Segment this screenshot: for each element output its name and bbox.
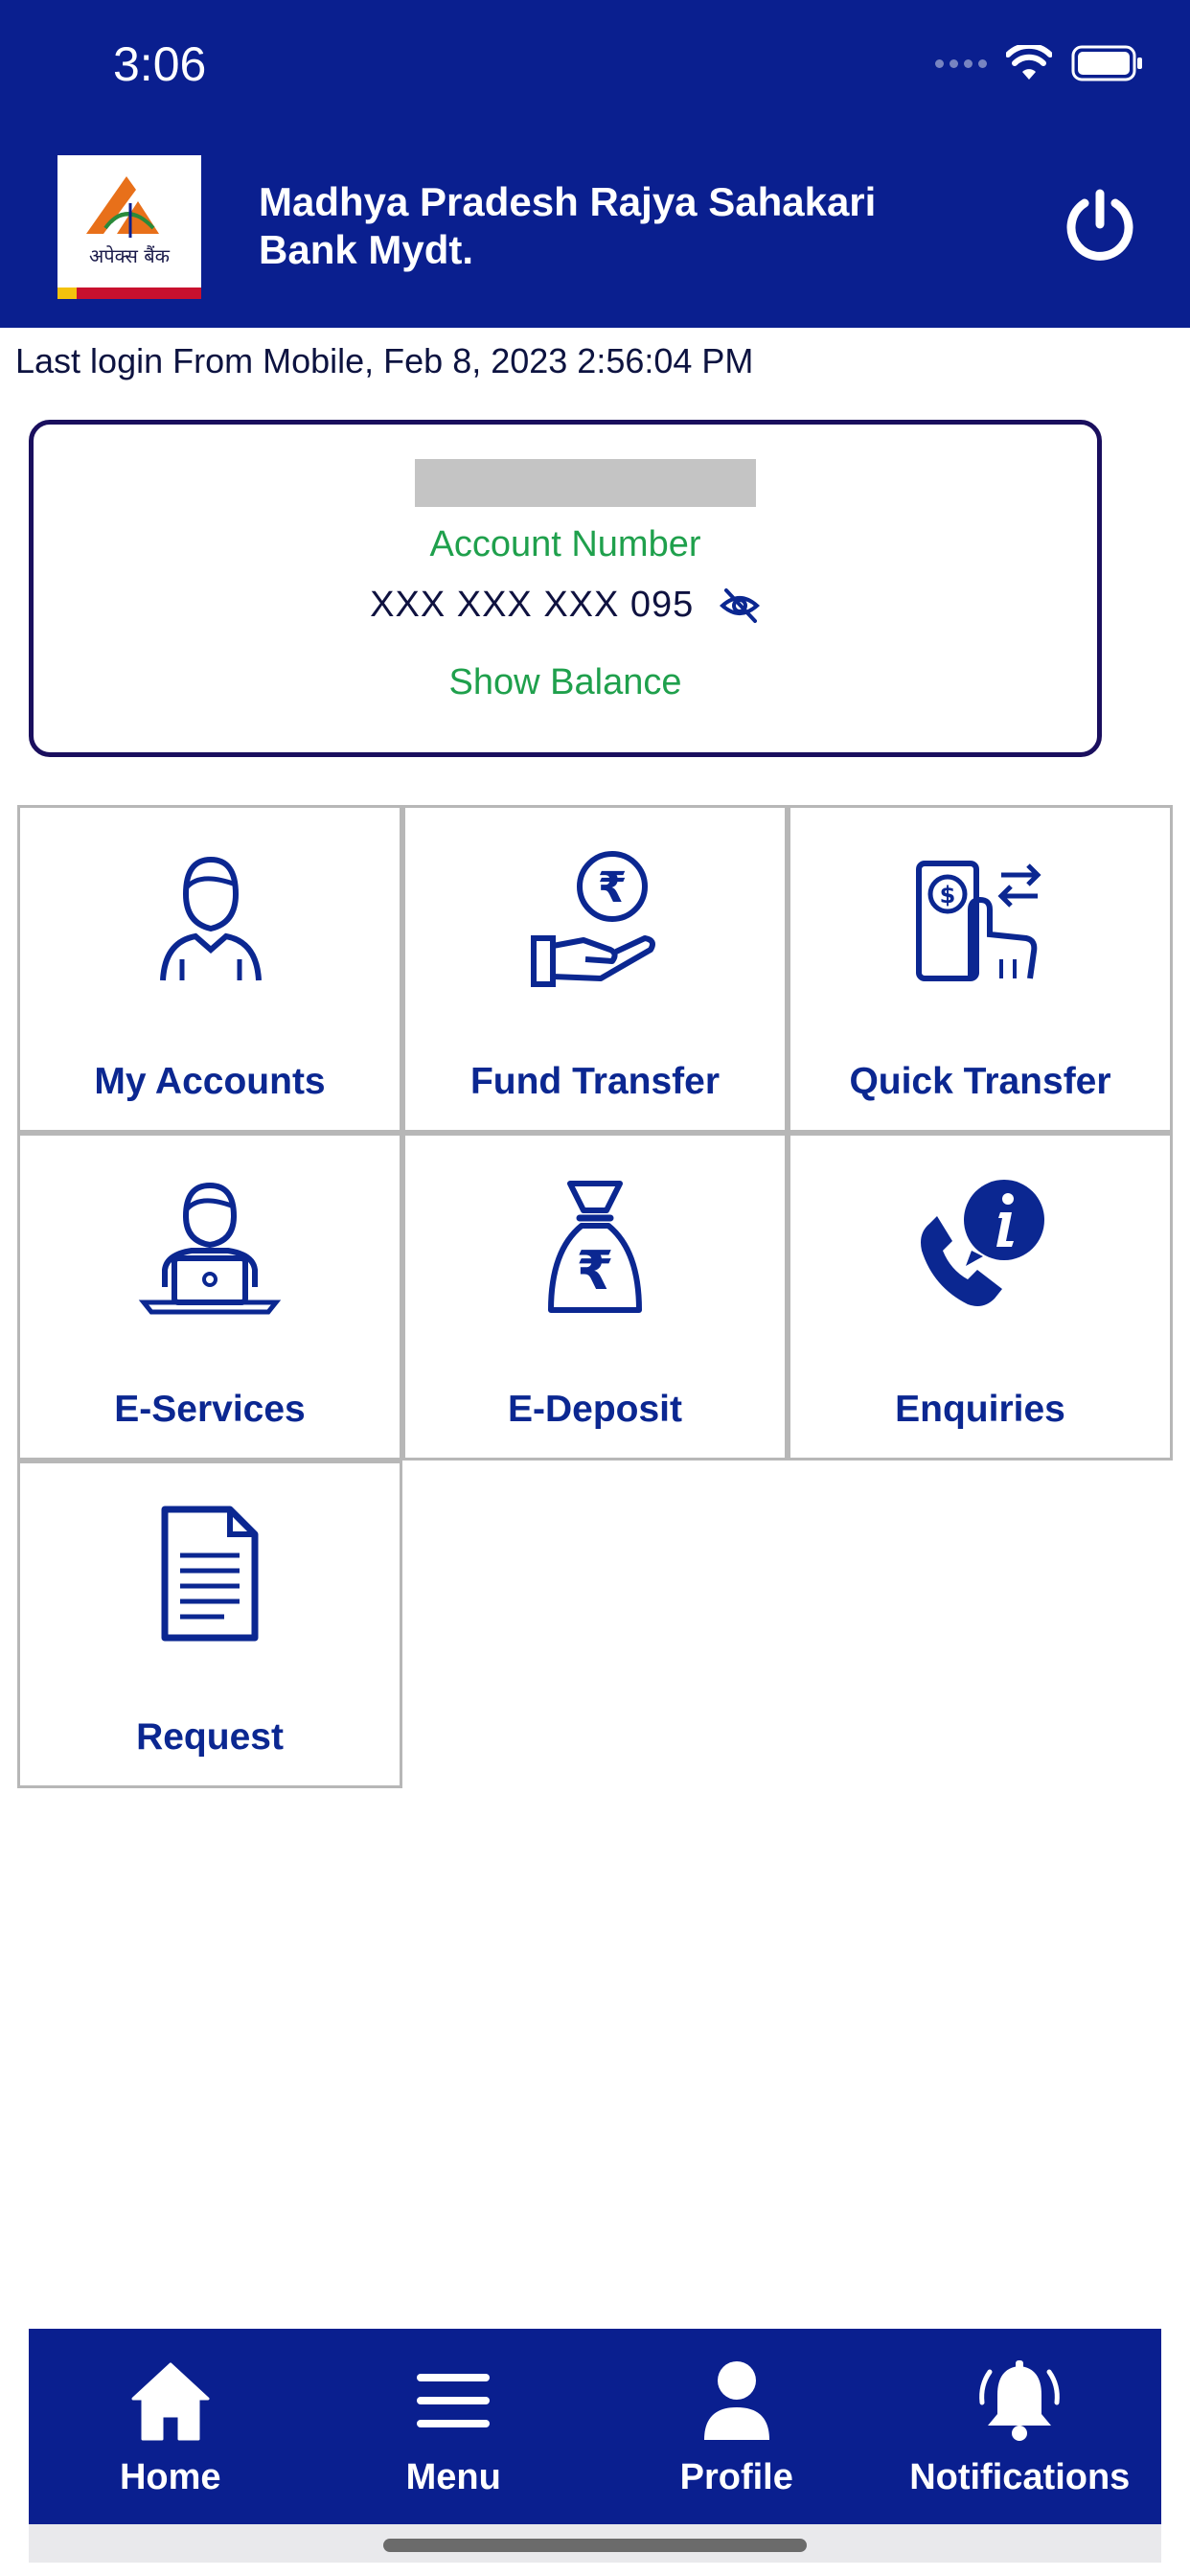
nav-home-label: Home — [119, 2457, 221, 2497]
tile-quick-transfer[interactable]: $ Quick Transfer — [788, 805, 1173, 1133]
bank-logo: अपेक्स बैंक — [57, 155, 201, 299]
tile-label: Quick Transfer — [849, 1061, 1111, 1102]
quick-transfer-icon: $ — [916, 861, 1041, 981]
nav-notifications[interactable]: Notifications — [879, 2329, 1162, 2524]
nav-profile[interactable]: Profile — [595, 2329, 879, 2524]
svg-text:₹: ₹ — [577, 1240, 614, 1302]
nav-notifications-label: Notifications — [909, 2457, 1131, 2497]
status-icons — [935, 44, 1144, 82]
bottom-nav: Home Menu Profile Notifications — [29, 2329, 1161, 2524]
bell-icon — [979, 2360, 1061, 2441]
show-balance-button[interactable]: Show Balance — [34, 662, 1097, 703]
tile-label: Enquiries — [895, 1389, 1065, 1430]
svg-text:अपेक्स बैंक: अपेक्स बैंक — [89, 244, 171, 267]
tile-label: Request — [136, 1716, 284, 1758]
status-time: 3:06 — [113, 37, 207, 91]
tile-label: E-Services — [114, 1389, 306, 1430]
profile-icon — [703, 2361, 769, 2440]
user-icon — [160, 856, 262, 981]
account-number-row: XXX XXX XXX 095 — [34, 584, 1097, 626]
document-icon — [161, 1506, 259, 1642]
rupee-hand-icon: ₹ — [531, 851, 655, 987]
nav-profile-label: Profile — [679, 2457, 793, 2497]
tile-label: My Accounts — [94, 1061, 326, 1102]
nav-menu[interactable]: Menu — [312, 2329, 596, 2524]
account-number: XXX XXX XXX 095 — [370, 585, 695, 626]
app-header: 3:06 अपेक्स बैंक Madhya Pradesh Rajya Sa… — [0, 0, 1190, 328]
bank-name: Madhya Pradesh Rajya Sahakari Bank Mydt. — [259, 178, 987, 274]
home-icon — [131, 2362, 210, 2441]
redacted-account-name — [415, 459, 756, 507]
home-indicator[interactable] — [383, 2539, 807, 2552]
bank-name-line-1: Madhya Pradesh Rajya Sahakari — [259, 179, 877, 224]
nav-menu-label: Menu — [405, 2457, 501, 2497]
tile-label: Fund Transfer — [469, 1061, 721, 1102]
signal-dots-icon — [935, 58, 987, 68]
wifi-icon — [1006, 45, 1052, 80]
battery-icon — [1071, 45, 1142, 81]
tile-e-services[interactable]: E-Services — [17, 1133, 402, 1460]
svg-text:$: $ — [940, 882, 956, 908]
tile-e-deposit[interactable]: ₹ E-Deposit — [402, 1133, 788, 1460]
last-login-text: Last login From Mobile, Feb 8, 2023 2:56… — [15, 341, 754, 380]
account-card: Account Number XXX XXX XXX 095 Show Bala… — [29, 420, 1102, 757]
nav-home[interactable]: Home — [29, 2329, 312, 2524]
tile-request[interactable]: Request — [17, 1460, 402, 1788]
menu-icon — [417, 2374, 491, 2427]
phone-info-icon — [921, 1180, 1044, 1306]
tile-my-accounts[interactable]: My Accounts — [17, 805, 402, 1133]
bank-name-line-2: Bank Mydt. — [259, 227, 474, 272]
power-icon[interactable] — [1062, 188, 1138, 264]
svg-text:₹: ₹ — [598, 863, 628, 912]
eye-off-icon[interactable] — [719, 586, 761, 625]
tile-fund-transfer[interactable]: ₹ Fund Transfer — [402, 805, 788, 1133]
laptop-user-icon — [138, 1182, 282, 1315]
tile-enquiries[interactable]: Enquiries — [788, 1133, 1173, 1460]
account-number-label: Account Number — [429, 524, 701, 564]
money-bag-icon: ₹ — [548, 1181, 642, 1313]
tile-label: E-Deposit — [507, 1389, 682, 1430]
